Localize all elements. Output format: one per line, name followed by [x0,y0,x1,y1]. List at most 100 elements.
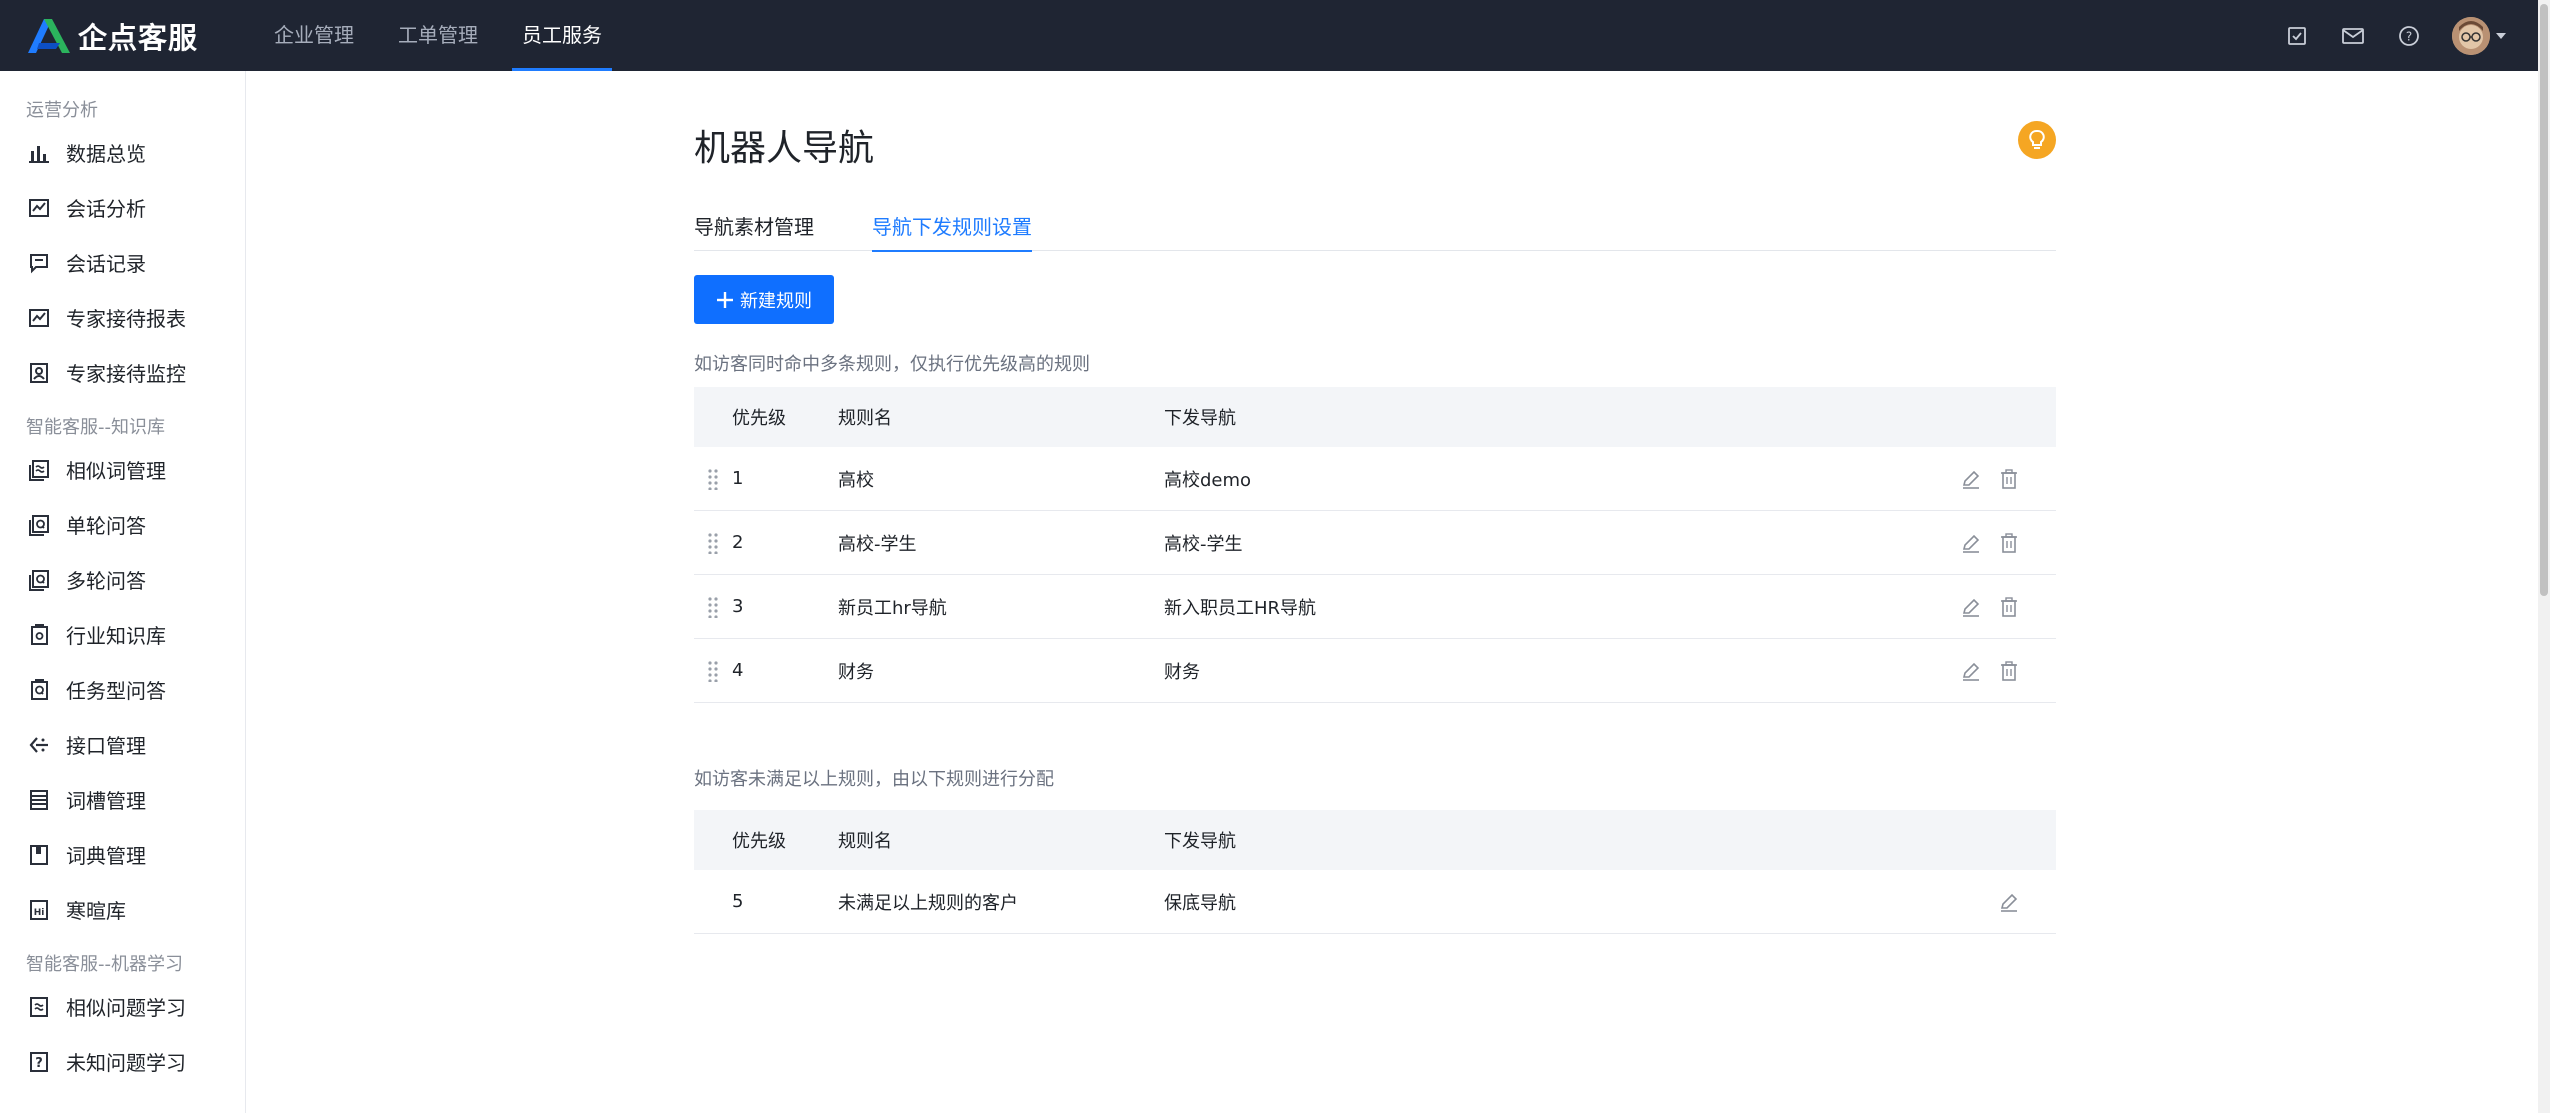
industry-kb-icon [26,622,52,648]
row-rule-name: 未满足以上规则的客户 [838,892,1018,914]
sidebar-item-label: 寒暄库 [66,899,126,923]
slot-icon [26,787,52,813]
new-rule-label: 新建规则 [740,290,812,312]
svg-text:Hi: Hi [34,908,45,918]
default-rule-table: 优先级 规则名 下发导航 5 未满足以上规则的客户 保底导航 [694,810,2056,934]
sidebar-group-ops: 运营分析 [26,100,98,121]
sidebar-item-session-analysis[interactable]: 会话分析 [0,180,245,235]
lightbulb-icon[interactable] [2018,121,2056,159]
sidebar-item-expert-monitor[interactable]: 专家接待监控 [0,345,245,400]
topnav-employee-service[interactable]: 员工服务 [500,0,624,71]
drag-handle-icon[interactable] [694,596,732,618]
row-rule-name: 高校-学生 [838,533,917,555]
scrollbar-thumb[interactable] [2540,4,2548,596]
task-qa-icon [26,677,52,703]
row-priority: 1 [732,468,744,489]
mail-icon[interactable] [2340,23,2366,49]
unknown-question-icon: ? [26,1049,52,1075]
sidebar-item-api[interactable]: 接口管理 [0,717,245,772]
row-actions [1936,891,2056,913]
tab-nav-material[interactable]: 导航素材管理 [694,211,814,251]
topnav-enterprise[interactable]: 企业管理 [252,0,376,71]
edit-icon[interactable] [1960,596,1982,618]
bar-chart-icon [26,140,52,166]
user-menu[interactable] [2452,16,2506,55]
api-icon [26,732,52,758]
sidebar-item-session-record[interactable]: 会话记录 [0,235,245,290]
sidebar-item-label: 接口管理 [66,734,146,758]
table-header: 优先级 规则名 下发导航 [694,810,2056,870]
sidebar-item-dictionary[interactable]: 词典管理 [0,827,245,882]
greeting-icon: Hi [26,897,52,923]
delete-icon[interactable] [1998,468,2020,490]
delete-icon[interactable] [1998,660,2020,682]
drag-handle-icon[interactable] [694,468,732,490]
row-nav: 保底导航 [1164,892,1236,914]
multi-qa-icon [26,567,52,593]
avatar [2452,16,2490,55]
col-rule-name: 规则名 [838,408,892,429]
edit-icon[interactable] [1960,468,1982,490]
priority-hint: 如访客同时命中多条规则，仅执行优先级高的规则 [694,354,1090,375]
page-title: 机器人导航 [694,128,875,169]
sidebar-item-greeting[interactable]: Hi 寒暄库 [0,882,245,937]
logo[interactable]: 企点客服 [26,16,198,56]
sidebar-item-multi-qa[interactable]: 多轮问答 [0,552,245,607]
tab-nav-rules[interactable]: 导航下发规则设置 [872,211,1032,252]
edit-icon[interactable] [1960,532,1982,554]
sidebar-item-slot[interactable]: 词槽管理 [0,772,245,827]
sidebar-item-single-qa[interactable]: 单轮问答 [0,497,245,552]
similar-question-icon [26,994,52,1020]
help-icon[interactable]: ? [2396,23,2422,49]
sidebar-item-label: 专家接待监控 [66,362,186,386]
row-rule-name: 财务 [838,661,874,683]
drag-handle-icon[interactable] [694,660,732,682]
line-chart-icon [26,195,52,221]
chat-record-icon [26,250,52,276]
caret-down-icon [2496,32,2506,39]
sidebar-item-similar-words[interactable]: 相似词管理 [0,442,245,497]
row-priority: 3 [732,596,744,617]
svg-text:?: ? [35,1056,43,1071]
sidebar-item-task-qa[interactable]: 任务型问答 [0,662,245,717]
svg-text:?: ? [2406,29,2412,43]
sidebar-item-label: 相似词管理 [66,459,166,483]
plus-icon [717,291,733,308]
sidebar-item-data-overview[interactable]: 数据总览 [0,125,245,180]
row-actions [1936,660,2056,682]
top-nav: 企业管理 工单管理 员工服务 [252,0,624,71]
row-nav: 高校-学生 [1164,533,1243,555]
sidebar-item-label: 数据总览 [66,142,146,166]
single-qa-icon [26,512,52,538]
similar-word-icon [26,457,52,483]
sidebar-item-label: 相似问题学习 [66,996,186,1020]
sidebar-item-unknown-question[interactable]: ? 未知问题学习 [0,1034,245,1089]
report-icon [26,305,52,331]
row-priority: 2 [732,532,744,553]
sidebar-item-industry-kb[interactable]: 行业知识库 [0,607,245,662]
topnav-ticket[interactable]: 工单管理 [376,0,500,71]
sidebar-item-label: 行业知识库 [66,624,166,648]
delete-icon[interactable] [1998,532,2020,554]
new-rule-button[interactable]: 新建规则 [694,275,834,324]
sidebar-item-similar-question[interactable]: 相似问题学习 [0,979,245,1034]
table-header: 优先级 规则名 下发导航 [694,387,2056,447]
edit-icon[interactable] [1960,660,1982,682]
row-priority: 5 [732,891,744,912]
drag-handle-icon[interactable] [694,532,732,554]
logo-text: 企点客服 [78,21,199,55]
col-nav: 下发导航 [1164,831,1236,852]
delete-icon[interactable] [1998,596,2020,618]
logo-icon [28,19,70,53]
vertical-scrollbar[interactable] [2538,0,2550,1113]
row-rule-name: 新员工hr导航 [838,597,947,619]
task-check-icon[interactable] [2284,23,2310,49]
table-row: 3 新员工hr导航 新入职员工HR导航 [694,575,2056,639]
top-bar: 企点客服 企业管理 工单管理 员工服务 ? [0,0,2538,71]
table-row: 2 高校-学生 高校-学生 [694,511,2056,575]
table-row: 5 未满足以上规则的客户 保底导航 [694,870,2056,934]
default-rule-hint: 如访客未满足以上规则，由以下规则进行分配 [694,769,1054,790]
edit-icon[interactable] [1998,891,2020,913]
sidebar-item-expert-report[interactable]: 专家接待报表 [0,290,245,345]
col-rule-name: 规则名 [838,831,892,852]
